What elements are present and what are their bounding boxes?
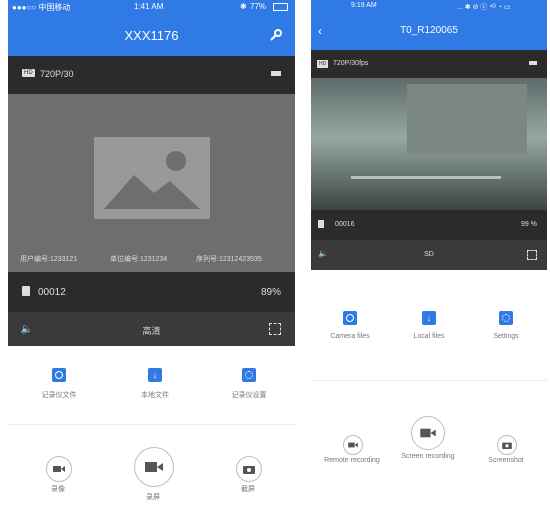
screenshot-label: Screenshot <box>488 457 524 464</box>
device-title: T0_R120065 <box>400 25 458 36</box>
screenshot-label: 截屏 <box>241 486 255 493</box>
storage-percent: 89% <box>260 287 281 298</box>
settings-wrench-button[interactable] <box>269 28 283 42</box>
fullscreen-icon[interactable] <box>269 323 281 335</box>
remote-recording-label: Remote recording <box>324 457 380 464</box>
recorder-files-button[interactable] <box>52 368 66 382</box>
screenshot-button[interactable] <box>236 456 262 482</box>
resolution-label: 720P/30fps <box>333 60 369 67</box>
sd-card-icon <box>318 220 324 228</box>
video-icon <box>348 442 358 448</box>
recorder-settings-label: 记录仪设置 <box>231 392 267 399</box>
status-bar: 9:19 AM ... ✱ ⊘ ⓒ ⁴ᴳ ◔ ▭ <box>311 0 547 14</box>
file-count: 00016 <box>335 221 355 228</box>
screen-record-button[interactable] <box>134 447 174 487</box>
local-files-button[interactable]: ↓ <box>422 311 436 325</box>
camera-icon <box>502 442 512 449</box>
hd-badge: HD <box>22 69 35 77</box>
quality-toggle[interactable]: 高清 <box>8 324 295 337</box>
record-video-button[interactable] <box>46 456 72 482</box>
hd-badge: HD <box>317 60 329 68</box>
bluetooth-icon: ✱ <box>240 2 247 11</box>
camera-files-label: Camera files <box>330 333 370 340</box>
battery-level-icon <box>529 61 537 65</box>
gear-icon <box>502 314 510 322</box>
storage-bar: 00012 89% <box>8 272 295 312</box>
storage-bar: 00016 99 % <box>311 210 547 240</box>
video-scene <box>407 84 527 154</box>
storage-percent: 99 % <box>521 221 537 228</box>
serial-overlay: 序列号:12312423535 <box>196 256 262 263</box>
camera-files-icon <box>346 314 354 322</box>
remote-recording-button[interactable] <box>343 435 363 455</box>
local-files-label: 本地文件 <box>141 392 169 399</box>
carrier-label: ●●●○○ 中国移动 <box>12 3 71 12</box>
video-overlay-text <box>351 176 501 179</box>
divider <box>8 424 295 425</box>
screen-recording-label: Screen recording <box>401 453 455 460</box>
video-preview[interactable] <box>311 78 547 210</box>
recorder-settings-button[interactable] <box>242 368 256 382</box>
image-placeholder-icon <box>94 137 210 219</box>
user-id-overlay: 用户编号:1233121 <box>20 256 78 263</box>
battery-icon <box>273 3 288 11</box>
recorder-files-label: 记录仪文件 <box>41 392 77 399</box>
download-icon: ↓ <box>152 369 158 380</box>
screen-record-icon <box>145 462 163 472</box>
camera-icon <box>243 466 255 474</box>
screen-recording-button[interactable] <box>411 416 445 450</box>
camera-files-button[interactable] <box>343 311 357 325</box>
sd-card-icon <box>22 286 30 296</box>
status-time: 1:41 AM <box>134 2 164 11</box>
screen-record-icon <box>420 428 436 438</box>
video-icon <box>53 466 65 472</box>
status-bar: ●●●○○ 中国移动 1:41 AM ✱ 77% <box>8 0 295 14</box>
unit-id-overlay: 单位编号:1231234 <box>110 256 168 263</box>
video-preview[interactable]: 用户编号:1233121 单位编号:1231234 序列号:1231242353… <box>8 94 295 272</box>
fullscreen-icon[interactable] <box>527 250 537 260</box>
status-icons: ... ✱ ⊘ ⓒ ⁴ᴳ ◔ ▭ <box>457 4 511 11</box>
title-bar: XXX1176 <box>8 14 295 56</box>
screen-record-label: 录屏 <box>146 494 160 501</box>
device-title: XXX1176 <box>124 28 179 43</box>
settings-button[interactable] <box>499 311 513 325</box>
playback-controls-bar: 🔈 SD <box>311 240 547 270</box>
screenshot-button[interactable] <box>497 435 517 455</box>
wrench-icon <box>270 29 282 41</box>
file-count: 00012 <box>38 287 66 298</box>
right-phone-screen: 9:19 AM ... ✱ ⊘ ⓒ ⁴ᴳ ◔ ▭ ‹ T0_R120065 HD… <box>311 0 547 480</box>
recorder-files-icon <box>55 371 63 379</box>
resolution-label: 720P/30 <box>40 69 74 79</box>
status-time: 9:19 AM <box>351 2 377 9</box>
quality-toggle[interactable]: SD <box>311 251 547 258</box>
local-files-button[interactable]: ↓ <box>148 368 162 382</box>
playback-controls-bar: 🔈 高清 <box>8 312 295 346</box>
record-video-label: 录像 <box>51 486 65 493</box>
gear-icon <box>245 371 253 379</box>
resolution-bar: HD 720P/30 <box>8 56 295 94</box>
resolution-bar: HD 720P/30fps <box>311 50 547 78</box>
title-bar: ‹ T0_R120065 <box>311 14 547 50</box>
settings-label: Settings <box>493 333 519 340</box>
left-phone-screen: ●●●○○ 中国移动 1:41 AM ✱ 77% XXX1176 HD 720P… <box>8 0 295 517</box>
local-files-label: Local files <box>413 333 445 340</box>
download-icon: ↓ <box>426 312 432 323</box>
battery-percent: 77% <box>250 2 267 11</box>
battery-level-icon <box>271 71 281 76</box>
divider <box>311 380 547 381</box>
